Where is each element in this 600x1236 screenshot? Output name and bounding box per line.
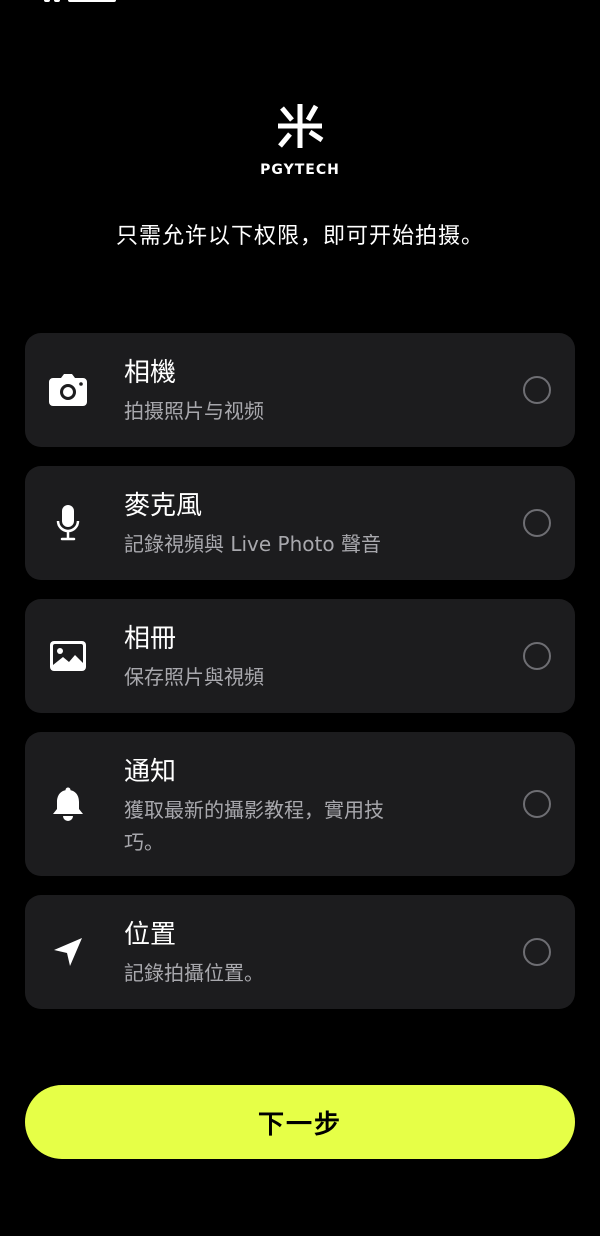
permission-radio-camera[interactable]	[523, 376, 551, 404]
permission-description: 記錄拍攝位置。	[124, 961, 264, 985]
logo-text: PGYTECH	[260, 162, 340, 178]
permission-card-camera[interactable]: 相機 拍摄照片与视频	[25, 333, 575, 447]
permission-card-location[interactable]: 位置 記錄拍攝位置。	[25, 895, 575, 1009]
permission-title: 位置	[124, 920, 177, 950]
permission-card-notification[interactable]: 通知 獲取最新的攝影教程，實用技巧。	[25, 732, 575, 876]
next-step-button[interactable]: 下一步	[25, 1085, 575, 1159]
intro-text: 只需允许以下权限，即可开始拍摄。	[115, 224, 484, 249]
permission-description: 記錄視頻與 Live Photo 聲音	[124, 532, 381, 556]
permission-title: 麥克風	[124, 491, 203, 521]
permission-radio-notification[interactable]	[523, 790, 551, 818]
permission-radio-location[interactable]	[523, 938, 551, 966]
photo-library-icon	[49, 637, 87, 675]
permission-list: 相機 拍摄照片与视频 麥克風 記錄視頻與 Live Photo 聲音 相冊 保存…	[25, 333, 575, 1028]
permission-card-microphone[interactable]: 麥克風 記錄視頻與 Live Photo 聲音	[25, 466, 575, 580]
permission-description: 獲取最新的攝影教程，實用技巧。	[124, 798, 384, 854]
bell-icon	[49, 785, 87, 823]
pgytech-logo-icon	[278, 104, 324, 148]
permission-title: 相冊	[124, 624, 177, 654]
permission-description: 保存照片與視頻	[124, 665, 264, 689]
status-bar-fragment	[44, 0, 124, 4]
permission-title: 相機	[124, 358, 177, 388]
permission-description: 拍摄照片与视频	[124, 399, 264, 423]
brand-logo: PGYTECH	[0, 100, 600, 178]
camera-icon	[49, 371, 87, 409]
permission-title: 通知	[124, 757, 177, 787]
permission-radio-photo-library[interactable]	[523, 642, 551, 670]
microphone-icon	[49, 504, 87, 542]
permission-card-photo-library[interactable]: 相冊 保存照片與視頻	[25, 599, 575, 713]
location-arrow-icon	[49, 933, 87, 971]
permission-radio-microphone[interactable]	[523, 509, 551, 537]
